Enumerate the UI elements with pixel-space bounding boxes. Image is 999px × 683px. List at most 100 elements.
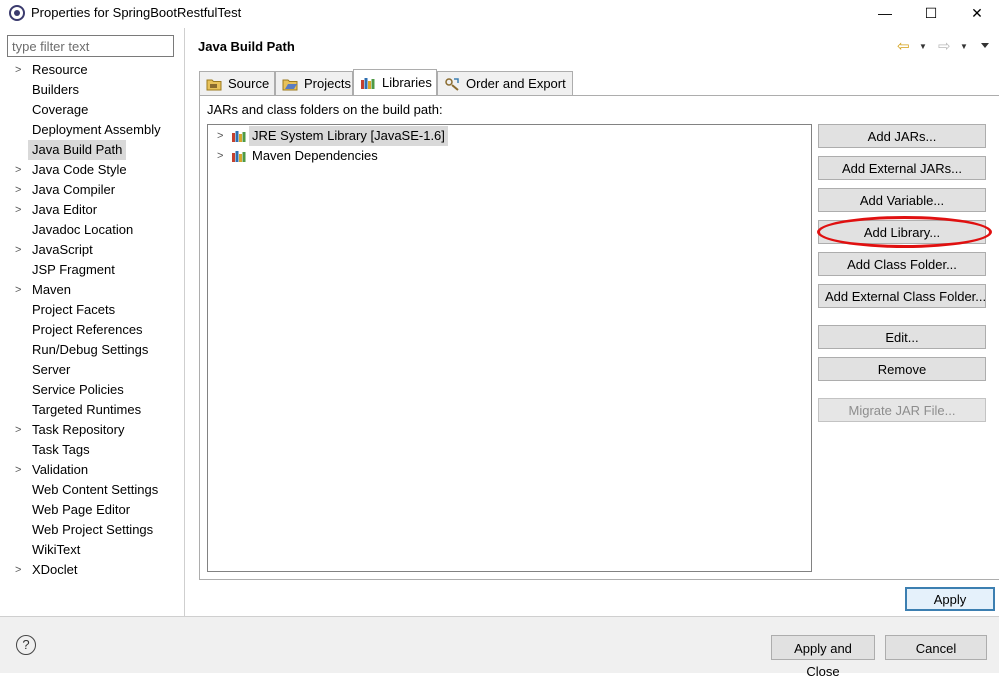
expand-arrow-icon[interactable]: > (15, 240, 25, 260)
sidebar-item[interactable]: Service Policies (0, 380, 184, 400)
sidebar-item[interactable]: > Java Editor (0, 200, 184, 220)
cancel-button[interactable]: Cancel (885, 635, 987, 660)
expand-arrow-icon[interactable]: > (15, 160, 25, 180)
expand-arrow-icon[interactable]: > (15, 560, 25, 580)
filter-input[interactable] (7, 35, 174, 57)
libraries-icon (360, 76, 376, 90)
sidebar-item-label: Web Content Settings (32, 482, 159, 497)
sidebar-item[interactable]: Project Facets (0, 300, 184, 320)
sidebar-item-label: XDoclet (32, 562, 78, 577)
add-external-class-folder-button[interactable]: Add External Class Folder... (818, 284, 986, 308)
forward-arrow-icon[interactable]: ⇨ (938, 37, 951, 55)
view-menu-icon[interactable] (980, 37, 990, 55)
apply-button[interactable]: Apply (905, 587, 995, 611)
expand-arrow-icon[interactable]: > (217, 146, 223, 166)
sidebar-item-label: Server (32, 362, 71, 377)
sidebar-item-label: Coverage (32, 102, 89, 117)
sidebar-item[interactable]: Project References (0, 320, 184, 340)
sidebar-item-label: Validation (32, 462, 89, 477)
highlight-annotation (817, 216, 992, 248)
sidebar-item-label: Resource (32, 62, 88, 77)
remove-button[interactable]: Remove (818, 357, 986, 381)
library-icon (231, 129, 247, 143)
tab-projects-label: Projects (304, 76, 351, 91)
maximize-button[interactable]: ☐ (908, 0, 954, 26)
back-arrow-icon[interactable]: ⇦ (897, 37, 910, 55)
close-button[interactable]: ✕ (954, 0, 999, 26)
sidebar-item[interactable]: > Java Code Style (0, 160, 184, 180)
sidebar-item-label: Project References (32, 322, 143, 337)
add-jars-button[interactable]: Add JARs... (818, 124, 986, 148)
apply-and-close-button[interactable]: Apply and Close (771, 635, 875, 679)
sidebar-item[interactable]: Web Content Settings (0, 480, 184, 500)
tab-projects[interactable]: Projects (275, 71, 353, 95)
sidebar-item-label: JSP Fragment (32, 262, 115, 277)
eclipse-icon (9, 5, 25, 21)
sidebar-item[interactable]: Server (0, 360, 184, 380)
add-external-jars-button[interactable]: Add External JARs... (818, 156, 986, 180)
tab-order-and-export-label: Order and Export (466, 76, 566, 91)
sidebar-item[interactable]: > Validation (0, 460, 184, 480)
minimize-button[interactable]: — (862, 0, 908, 26)
expand-arrow-icon[interactable]: > (15, 460, 25, 480)
tab-source[interactable]: Source (199, 71, 275, 95)
libraries-tree[interactable]: > JRE System Library [JavaSE-1.6] > Mave… (207, 124, 812, 572)
pane-divider[interactable] (184, 28, 185, 616)
sidebar-item[interactable]: > Maven (0, 280, 184, 300)
title-bar: Properties for SpringBootRestfulTest — ☐… (0, 0, 999, 26)
forward-history-menu-icon[interactable]: ▼ (960, 37, 968, 55)
sidebar-item-label: Builders (32, 82, 79, 97)
add-class-folder-button[interactable]: Add Class Folder... (818, 252, 986, 276)
sidebar-item[interactable]: Java Build Path (0, 140, 184, 160)
sidebar-item[interactable]: > Resource (0, 60, 184, 80)
library-label: JRE System Library [JavaSE-1.6] (249, 126, 448, 146)
sidebar-item-label: Javadoc Location (32, 222, 134, 237)
expand-arrow-icon[interactable]: > (15, 60, 25, 80)
library-label: Maven Dependencies (252, 148, 378, 163)
sidebar-item[interactable]: WikiText (0, 540, 184, 560)
sidebar-item[interactable]: Web Project Settings (0, 520, 184, 540)
sidebar-item-label: JavaScript (32, 242, 93, 257)
sidebar-item-label: Maven (32, 282, 72, 297)
sidebar-item[interactable]: Coverage (0, 100, 184, 120)
expand-arrow-icon[interactable]: > (15, 180, 25, 200)
sidebar-item-label: Task Repository (32, 422, 125, 437)
sidebar-item-label: Web Project Settings (32, 522, 154, 537)
projects-folder-icon (282, 77, 298, 91)
expand-arrow-icon[interactable]: > (15, 280, 25, 300)
expand-arrow-icon[interactable]: > (15, 420, 25, 440)
sidebar-item[interactable]: > JavaScript (0, 240, 184, 260)
edit-button[interactable]: Edit... (818, 325, 986, 349)
sidebar-item-label: WikiText (32, 542, 81, 557)
tab-order-and-export[interactable]: Order and Export (437, 71, 573, 95)
expand-arrow-icon[interactable]: > (217, 126, 223, 146)
list-item[interactable]: > JRE System Library [JavaSE-1.6] (208, 126, 448, 146)
sidebar-item[interactable]: > Java Compiler (0, 180, 184, 200)
sidebar-item[interactable]: Run/Debug Settings (0, 340, 184, 360)
sidebar-item-label: Java Code Style (32, 162, 127, 177)
expand-arrow-icon[interactable]: > (15, 200, 25, 220)
sidebar-item[interactable]: Builders (0, 80, 184, 100)
sidebar-item-label: Web Page Editor (32, 502, 131, 517)
source-folder-icon (206, 77, 222, 91)
tab-libraries[interactable]: Libraries (353, 69, 437, 95)
order-export-icon (444, 77, 460, 91)
help-icon[interactable]: ? (16, 635, 36, 655)
sidebar-item[interactable]: Web Page Editor (0, 500, 184, 520)
sidebar-item[interactable]: JSP Fragment (0, 260, 184, 280)
sidebar-item[interactable]: Targeted Runtimes (0, 400, 184, 420)
migrate-jar-button[interactable]: Migrate JAR File... (818, 398, 986, 422)
tab-source-label: Source (228, 76, 270, 91)
sidebar-item-label: Java Build Path (28, 140, 127, 160)
sidebar-item-label: Java Editor (32, 202, 98, 217)
sidebar-item[interactable]: > Task Repository (0, 420, 184, 440)
sidebar-item[interactable]: > XDoclet (0, 560, 184, 580)
list-item[interactable]: > Maven Dependencies (208, 146, 408, 166)
tab-libraries-label: Libraries (382, 75, 432, 90)
back-history-menu-icon[interactable]: ▼ (919, 37, 927, 55)
add-variable-button[interactable]: Add Variable... (818, 188, 986, 212)
sidebar-item[interactable]: Javadoc Location (0, 220, 184, 240)
sidebar-item[interactable]: Task Tags (0, 440, 184, 460)
sidebar-item[interactable]: Deployment Assembly (0, 120, 184, 140)
build-path-label: JARs and class folders on the build path… (207, 102, 443, 117)
